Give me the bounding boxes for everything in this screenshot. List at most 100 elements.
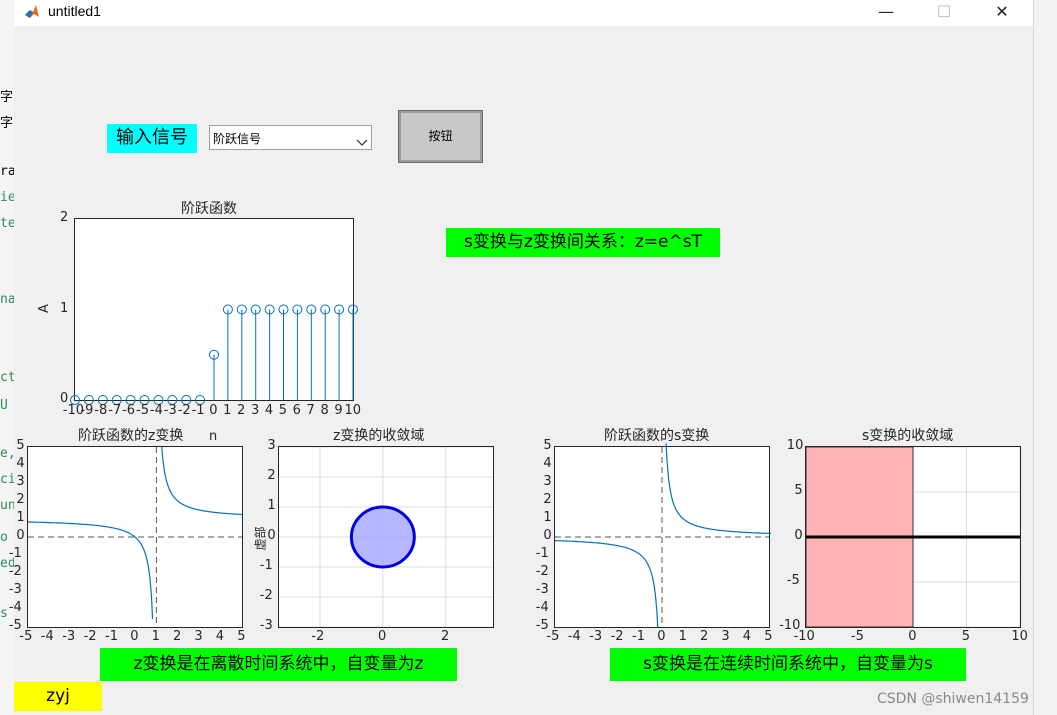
step-xtick: -1: [191, 403, 205, 418]
convergence-circle: [349, 505, 416, 569]
step-xtick: 9: [334, 403, 343, 418]
s-roc-ytick: 10: [786, 438, 804, 453]
s-transform-ytick: 5: [543, 438, 552, 453]
z-roc-title: z变换的收敛域: [333, 428, 425, 444]
z-transform-xtick: -1: [105, 629, 118, 644]
step-chart: 阶跃函数 n A 0 1 2 -10 -9 -8 -7 -6 -5 -4 -3 -2 -1 0 1 2 3 4 5 6…: [34, 195, 379, 445]
step-xtick: 0: [209, 403, 218, 418]
background-panel-right: [1033, 0, 1057, 715]
s-transform-axes: [554, 443, 772, 628]
z-roc-ylabel: 虚部: [253, 526, 268, 551]
editor-line: s: [0, 606, 8, 621]
z-transform-ytick: 4: [16, 456, 25, 471]
input-signal-label: 输入信号: [107, 124, 197, 153]
editor-line: 字: [0, 116, 14, 131]
step-xtick: -6: [122, 403, 136, 418]
s-roc-xtick: 5: [961, 629, 970, 644]
name-tag: zyj: [14, 682, 102, 711]
s-transform-ytick: 4: [543, 456, 552, 471]
s-transform-ytick: -3: [535, 582, 549, 597]
z-transform-xtick: -3: [62, 629, 76, 644]
step-ytick: 1: [60, 300, 69, 316]
z-roc-xtick: 0: [378, 629, 387, 644]
z-transform-xtick: -4: [40, 629, 54, 644]
s-transform-ytick: 3: [543, 474, 552, 489]
editor-line: ct: [0, 370, 14, 385]
s-transform-xtick: -4: [567, 629, 581, 644]
z-transform-chart: 阶跃函数的z变换 -5 -4 -3 -2 -1 0 1 2 3 4 5 5 4 3 2 1 0 -1 -2 -3 -4-…: [9, 424, 259, 649]
step-xtick: -7: [108, 403, 122, 418]
z-roc-ytick: 0: [267, 528, 276, 543]
editor-line: e,': [0, 446, 14, 461]
z-transform-xtick: 1: [151, 629, 160, 644]
z-transform-ytick: -2: [8, 564, 22, 579]
z-transform-ytick: -4: [8, 600, 22, 615]
s-transform-ytick: -5: [535, 618, 549, 633]
z-transform-axes: [27, 446, 243, 628]
z-roc-chart: z变换的收敛域 虚部 -2 0 2 3 2 1 0 -1 -2 -3: [244, 424, 504, 649]
z-roc-xtick: -2: [311, 629, 325, 644]
editor-line: ra: [0, 164, 14, 179]
s-transform-xtick: -3: [589, 629, 603, 644]
editor-line: te: [0, 216, 14, 231]
z-roc-ytick: -3: [259, 618, 273, 633]
watermark: CSDN @shiwen14159: [877, 691, 1029, 707]
s-transform-curve-left: [555, 539, 659, 628]
action-button[interactable]: 按钮: [398, 110, 483, 163]
chevron-down-icon: [356, 132, 368, 151]
z-note-text: z变换是在离散时间系统中，自变量为z: [100, 648, 457, 681]
step-xtick: 3: [250, 403, 260, 418]
title-bar[interactable]: untitled1 — ☐ ✕: [14, 0, 1033, 26]
editor-line: o: [0, 530, 8, 545]
s-roc-title: s变换的收敛域: [862, 428, 954, 444]
s-transform-ytick: -4: [535, 600, 549, 615]
close-button[interactable]: ✕: [979, 0, 1025, 26]
step-xtick: 8: [320, 403, 329, 418]
z-roc-ytick: 1: [267, 498, 276, 513]
editor-line: na: [0, 292, 14, 307]
s-transform-curve-right: [665, 443, 772, 535]
step-chart-title: 阶跃函数: [181, 201, 237, 217]
z-roc-ytick: -1: [259, 558, 273, 573]
s-transform-title: 阶跃函数的s变换: [604, 428, 710, 444]
s-roc-ytick: 0: [794, 528, 803, 543]
z-transform-ytick: 2: [16, 492, 25, 507]
s-transform-xtick: -1: [632, 629, 645, 644]
s-transform-ytick: -1: [535, 546, 549, 561]
step-xtick: -4: [149, 403, 163, 418]
minimize-button[interactable]: —: [863, 0, 909, 26]
step-xtick: -8: [94, 403, 108, 418]
s-roc-ytick: 5: [794, 483, 803, 498]
editor-line: 字: [0, 90, 14, 105]
z-transform-ytick: 1: [16, 510, 25, 525]
s-note-text: s变换是在连续时间系统中，自变量为s: [610, 648, 966, 681]
z-transform-ytick: 0: [16, 528, 25, 543]
z-roc-ytick: 2: [267, 468, 276, 483]
z-transform-xtick: 0: [130, 629, 139, 644]
z-roc-xtick: 2: [440, 629, 450, 644]
z-transform-ytick: -5: [8, 618, 22, 633]
maximize-button[interactable]: ☐: [921, 0, 967, 26]
z-roc-ytick: 3: [267, 438, 276, 453]
signal-dropdown-value: 阶跃信号: [213, 132, 262, 146]
step-xtick: 5: [278, 403, 288, 418]
step-axes: [70, 218, 358, 405]
z-transform-ytick: -3: [8, 582, 22, 597]
step-ytick: 2: [60, 210, 69, 225]
z-transform-xtick: 4: [215, 629, 225, 644]
matlab-logo-icon: [24, 4, 40, 20]
step-ylabel: A: [36, 304, 52, 313]
z-transform-ytick: 3: [16, 474, 25, 489]
signal-dropdown[interactable]: 阶跃信号: [209, 125, 372, 150]
step-xtick: -9: [80, 403, 94, 418]
step-xtick: 7: [306, 403, 315, 418]
z-transform-xtick: 3: [194, 629, 203, 644]
s-transform-xtick: -2: [610, 629, 624, 644]
s-transform-ytick: 2: [543, 492, 552, 507]
editor-line: ie: [0, 190, 14, 205]
step-xtick: -3: [163, 403, 177, 418]
s-transform-xtick: 4: [742, 629, 752, 644]
step-xtick: 1: [223, 403, 232, 418]
s-transform-ytick: 0: [543, 528, 552, 543]
z-transform-ytick: -1: [8, 546, 22, 561]
